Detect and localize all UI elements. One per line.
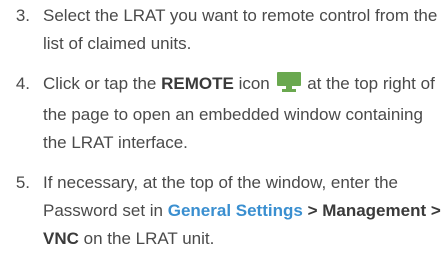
step-4: 4. Click or tap the REMOTE icon at the t… (0, 70, 444, 157)
general-settings-link[interactable]: General Settings (168, 201, 303, 220)
step-text: If necessary, at the top of the window, … (43, 169, 444, 253)
step-text-part: on the LRAT unit. (78, 229, 215, 248)
remote-monitor-icon (276, 72, 301, 101)
vnc-label: VNC (43, 229, 79, 248)
separator: > (302, 201, 323, 220)
step-number: 3. (15, 6, 30, 25)
step-text: Select the LRAT you want to remote contr… (43, 6, 438, 53)
management-label: Man­agement (322, 201, 427, 220)
step-text: Click or tap the REMOTE icon at the top … (43, 70, 444, 157)
step-text-part: icon (233, 74, 270, 93)
step-3: 3. Select the LRAT you want to remote co… (0, 2, 444, 58)
remote-label: REMOTE (161, 74, 234, 93)
instruction-steps: 3. Select the LRAT you want to remote co… (0, 2, 444, 265)
step-5: 5. If necessary, at the top of the windo… (0, 169, 444, 253)
step-text-part: Click or tap the (43, 74, 162, 93)
separator: > (426, 201, 441, 220)
step-number: 4. (15, 74, 30, 93)
step-number: 5. (15, 173, 30, 192)
